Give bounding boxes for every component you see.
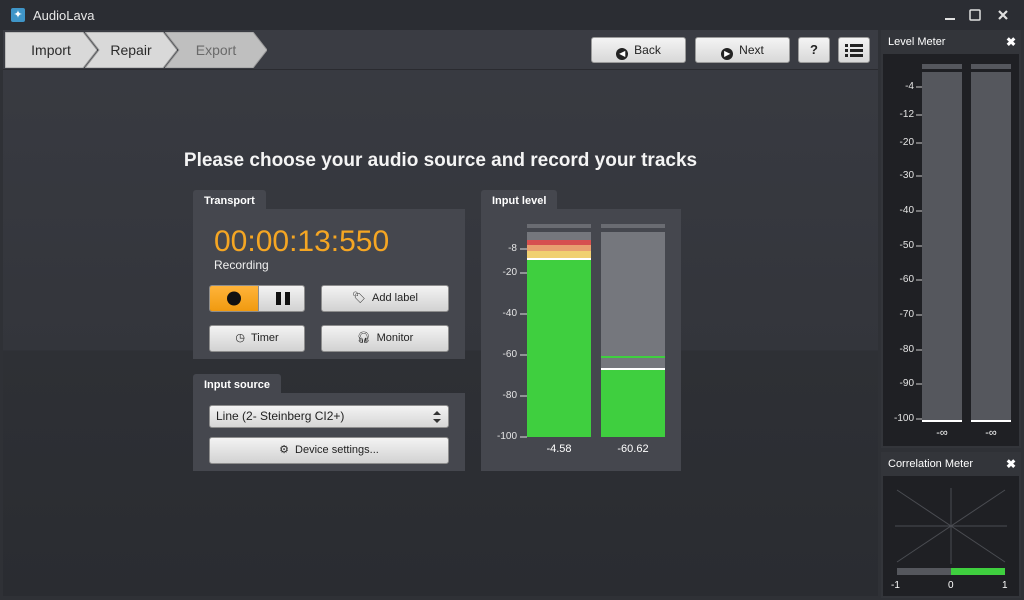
level-readout-left: -∞ bbox=[936, 427, 948, 439]
correlation-meter-title: Correlation Meter bbox=[888, 458, 973, 470]
level-scale-label: -50 bbox=[899, 240, 914, 251]
arrow-left-icon: ◀ bbox=[616, 48, 629, 60]
level-scale-label: -100 bbox=[893, 413, 914, 424]
monitor-text: Monitor bbox=[376, 332, 414, 344]
sparkle-icon: ✦ bbox=[11, 8, 25, 22]
tag-icon: 🏷︎ bbox=[352, 292, 367, 304]
correlation-axis-label: -1 bbox=[891, 580, 900, 591]
monitor-button[interactable]: 🎧︎ Monitor bbox=[321, 325, 449, 352]
input-level-bar-left bbox=[527, 259, 591, 437]
scale-tick-label: -40 bbox=[502, 308, 517, 319]
device-settings-button[interactable]: ⚙︎ Device settings... bbox=[209, 437, 449, 464]
next-button[interactable]: ▶ Next bbox=[695, 37, 790, 63]
timer-button[interactable]: ◷ Timer bbox=[209, 325, 305, 352]
input-level-readout-left: -4.58 bbox=[546, 443, 572, 455]
add-label-text: Add label bbox=[372, 292, 418, 304]
breadcrumb-export[interactable]: Export bbox=[165, 32, 267, 68]
scale-tick-label: -80 bbox=[502, 390, 517, 401]
correlation-axis-label: 1 bbox=[1002, 580, 1008, 591]
maximize-button[interactable] bbox=[966, 6, 984, 24]
level-scale-label: -20 bbox=[899, 137, 914, 148]
timer-text: Timer bbox=[250, 332, 279, 344]
level-readout-right: -∞ bbox=[985, 427, 997, 439]
correlation-bar bbox=[951, 568, 1005, 575]
recording-status: Recording bbox=[214, 258, 269, 272]
level-scale-label: -60 bbox=[899, 274, 914, 285]
close-button[interactable] bbox=[994, 6, 1012, 24]
record-icon bbox=[227, 291, 241, 306]
record-button[interactable] bbox=[210, 286, 258, 311]
breadcrumb-label: Repair bbox=[110, 42, 152, 58]
correlation-meter-close-icon[interactable]: ✖ bbox=[1006, 457, 1016, 471]
scale-tick-label: -20 bbox=[502, 267, 517, 278]
level-meter-title: Level Meter bbox=[888, 36, 946, 48]
title-bar: ✦ AudioLava bbox=[0, 0, 1024, 30]
list-icon bbox=[845, 44, 863, 57]
level-scale-label: -30 bbox=[899, 170, 914, 181]
record-pause-group bbox=[209, 285, 305, 312]
input-source-value: Line (2- Steinberg CI2+) bbox=[216, 409, 345, 423]
headphones-icon: 🎧︎ bbox=[356, 332, 371, 344]
level-meter-area: -4 -12 -20 -30 -40 -50 -60 -70 -80 -90 -… bbox=[883, 54, 1019, 446]
level-scale-label: -80 bbox=[899, 344, 914, 355]
correlation-axis-label: 0 bbox=[948, 580, 954, 591]
scale-tick-label: -100 bbox=[496, 431, 517, 442]
select-arrows-icon bbox=[433, 411, 441, 423]
breadcrumb-import[interactable]: Import bbox=[5, 32, 97, 68]
input-level-tab: Input level bbox=[481, 190, 558, 210]
minimize-button[interactable] bbox=[941, 6, 959, 24]
level-scale-label: -12 bbox=[899, 109, 914, 120]
maximize-icon bbox=[969, 9, 981, 21]
level-scale-label: -40 bbox=[899, 205, 914, 216]
toolbar: Import Repair Export ◀ Back ▶ Next ? bbox=[3, 30, 878, 70]
breadcrumb-label: Import bbox=[31, 42, 71, 58]
input-level-panel: -8 -20 -40 -60 -80 -100 -4.58 -60.62 bbox=[481, 209, 681, 471]
clock-icon: ◷ bbox=[235, 332, 245, 344]
scale-tick-label: -8 bbox=[508, 243, 517, 254]
breadcrumb-repair[interactable]: Repair bbox=[85, 32, 177, 68]
page-heading: Please choose your audio source and reco… bbox=[183, 150, 698, 171]
menu-button[interactable] bbox=[838, 37, 870, 63]
main-area: Import Repair Export ◀ Back ▶ Next ? Ple… bbox=[3, 30, 878, 596]
level-meter-panel: Level Meter ✖ -4 -12 -20 -30 -40 -50 -60… bbox=[881, 30, 1021, 448]
breadcrumb-label: Export bbox=[195, 42, 237, 58]
transport-tab: Transport bbox=[193, 190, 266, 210]
help-button[interactable]: ? bbox=[798, 37, 830, 63]
arrow-right-icon: ▶ bbox=[721, 48, 734, 60]
level-scale-label: -90 bbox=[899, 378, 914, 389]
transport-panel: 00:00:13:550 Recording 🏷︎ Add label ◷ Time… bbox=[193, 209, 465, 359]
add-label-button[interactable]: 🏷︎ Add label bbox=[321, 285, 449, 312]
correlation-meter-area: -1 0 1 bbox=[883, 476, 1019, 596]
pause-button[interactable] bbox=[258, 286, 304, 311]
close-icon bbox=[998, 10, 1008, 20]
correlation-meter-panel: Correlation Meter ✖ -1 0 1 bbox=[881, 452, 1021, 598]
app-window: ✦ AudioLava Import Repair Export ◀ Back … bbox=[0, 0, 1024, 600]
input-source-select[interactable]: Line (2- Steinberg CI2+) bbox=[209, 405, 449, 428]
level-meter-close-icon[interactable]: ✖ bbox=[1006, 35, 1016, 49]
correlation-goniometer bbox=[895, 488, 1007, 575]
level-scale-label: -4 bbox=[905, 81, 914, 92]
input-level-readout-right: -60.62 bbox=[617, 443, 649, 455]
recording-time: 00:00:13:550 bbox=[214, 225, 390, 258]
input-level-bar-right bbox=[601, 368, 665, 437]
back-label: Back bbox=[634, 43, 661, 57]
level-scale-label: -70 bbox=[899, 309, 914, 320]
back-button[interactable]: ◀ Back bbox=[591, 37, 686, 63]
help-label: ? bbox=[810, 42, 818, 57]
scale-tick-label: -60 bbox=[502, 349, 517, 360]
minimize-icon bbox=[945, 18, 955, 20]
next-label: Next bbox=[739, 43, 764, 57]
input-source-tab: Input source bbox=[193, 374, 282, 394]
app-title: AudioLava bbox=[33, 8, 95, 23]
pause-icon bbox=[276, 292, 290, 305]
device-settings-text: Device settings... bbox=[295, 444, 379, 456]
input-source-panel: Line (2- Steinberg CI2+) ⚙︎ Device settin… bbox=[193, 393, 465, 471]
gears-icon: ⚙︎ bbox=[279, 444, 290, 456]
